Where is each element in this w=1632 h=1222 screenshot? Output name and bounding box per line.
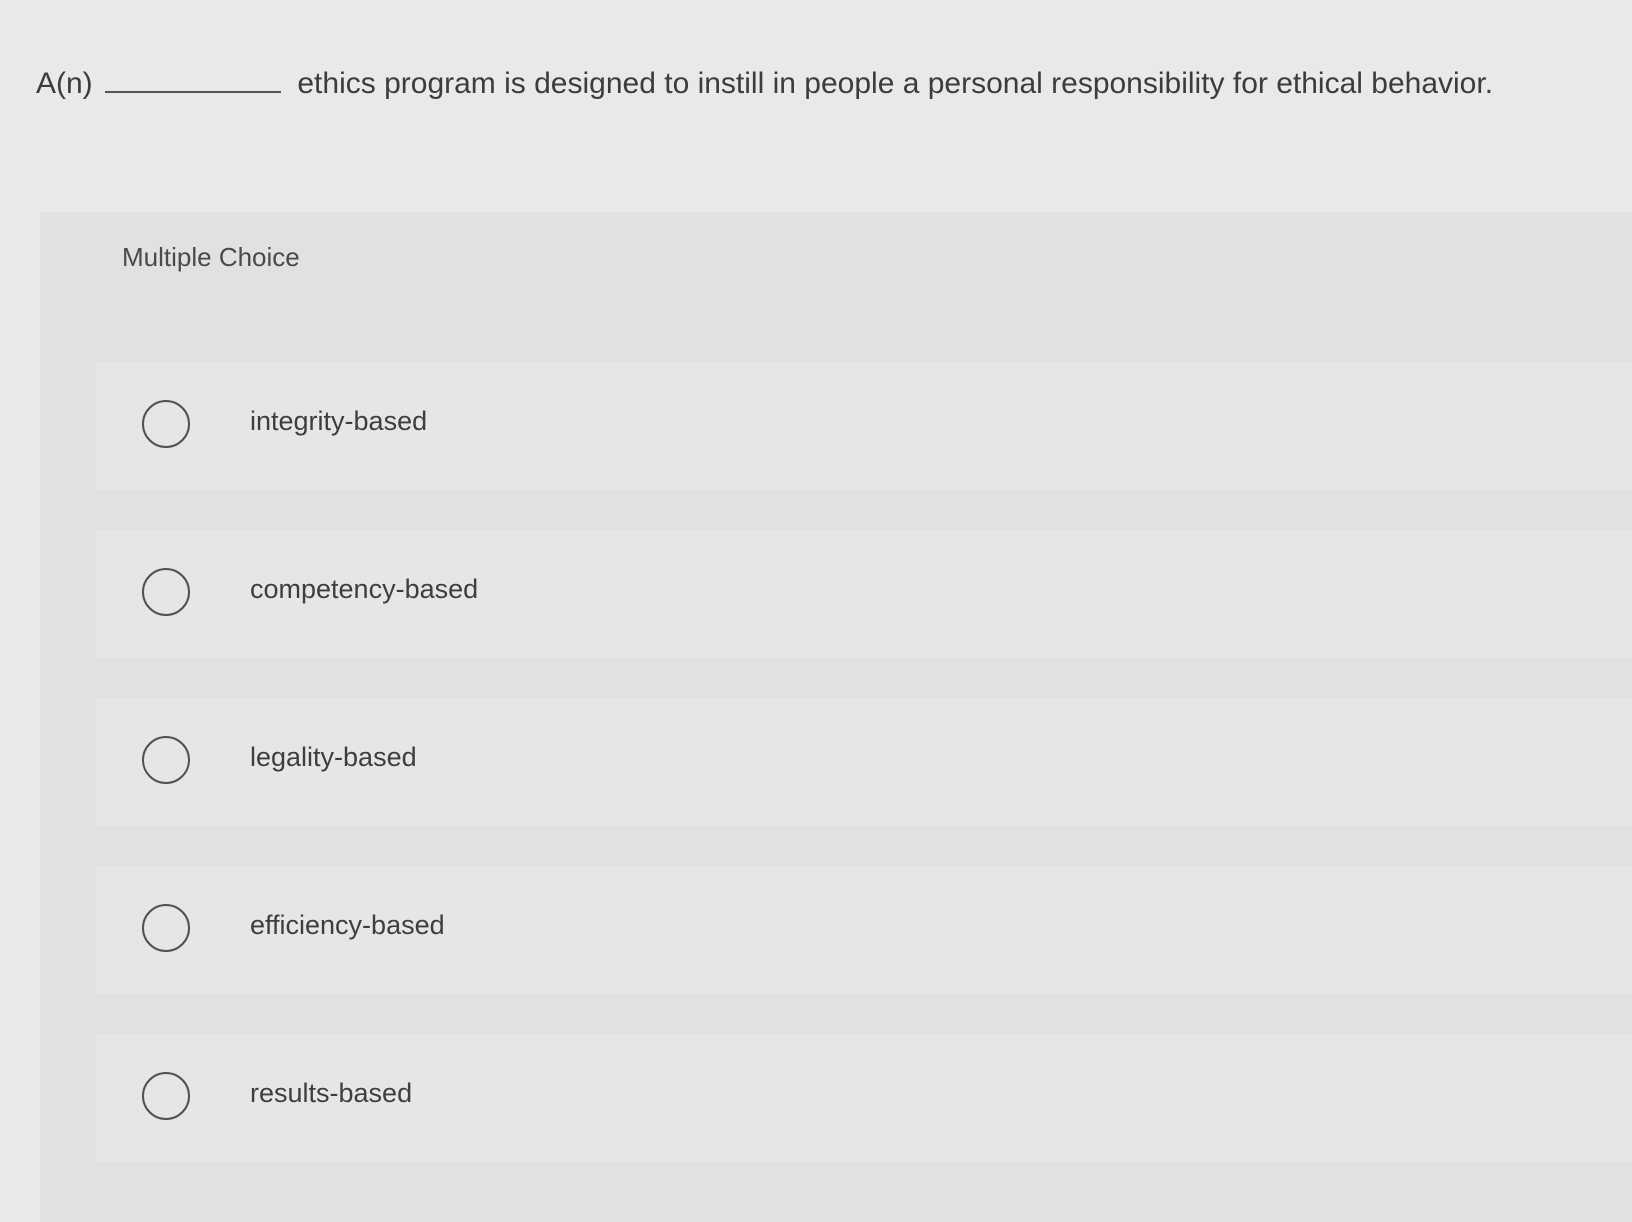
radio-button[interactable]	[142, 400, 190, 448]
question-text: A(n) ethics program is designed to insti…	[36, 64, 1596, 104]
answer-blank	[105, 65, 282, 93]
radio-button[interactable]	[142, 568, 190, 616]
radio-button[interactable]	[142, 1072, 190, 1120]
multiple-choice-panel: Multiple Choice integrity-based competen…	[40, 212, 1632, 1222]
option-label: integrity-based	[250, 406, 428, 436]
multiple-choice-header: Multiple Choice	[122, 242, 300, 272]
option-label: results-based	[250, 1078, 413, 1108]
option-integrity-based[interactable]: integrity-based	[96, 362, 1632, 490]
option-legality-based[interactable]: legality-based	[96, 698, 1632, 826]
radio-button[interactable]	[142, 904, 190, 952]
radio-button[interactable]	[142, 736, 190, 784]
option-label: competency-based	[250, 574, 479, 604]
option-results-based[interactable]: results-based	[96, 1034, 1632, 1162]
option-efficiency-based[interactable]: efficiency-based	[96, 866, 1632, 994]
option-competency-based[interactable]: competency-based	[96, 530, 1632, 658]
question-suffix: ethics program is designed to instill in…	[297, 67, 1494, 100]
option-label: legality-based	[250, 742, 417, 772]
option-label: efficiency-based	[250, 910, 445, 940]
question-prefix: A(n)	[36, 67, 93, 100]
